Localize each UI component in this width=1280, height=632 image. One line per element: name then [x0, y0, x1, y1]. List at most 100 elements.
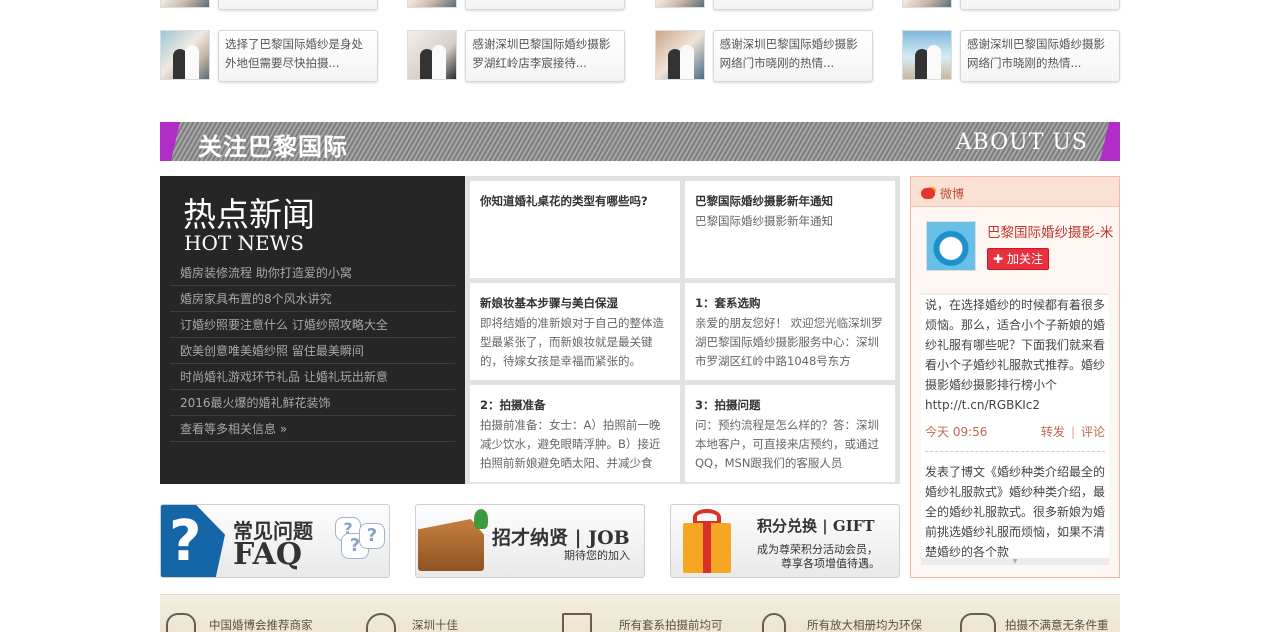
job-banner[interactable]: 招才纳贤 | JOB 期待您的加入	[415, 504, 645, 578]
guarantee-item: 所有放大相册均为环保	[807, 618, 922, 632]
hot-news-link[interactable]: 时尚婚礼游戏环节礼品 让婚礼玩出新意	[170, 364, 455, 390]
thumb-image[interactable]	[654, 0, 705, 8]
thumb-item[interactable]	[654, 0, 873, 10]
thumb-caption-box[interactable]	[465, 0, 626, 10]
certificate-icon	[562, 613, 592, 632]
weibo-profile: 巴黎国际婚纱摄影-米	[911, 207, 1119, 283]
feed-scroll-down-icon[interactable]: ▼	[921, 558, 1109, 565]
hot-news-more-link[interactable]: 查看等多相关信息 »	[170, 416, 455, 442]
news-card-title[interactable]: 1：套系选购	[695, 294, 885, 313]
weibo-post-text: 说，在选择婚纱的时候都有着很多烦恼。那么，适合小个子新娘的婚纱礼服有哪些呢？下面…	[925, 298, 1106, 412]
news-card[interactable]: 你知道婚礼桌花的类型有哪些吗?	[470, 181, 680, 278]
thumb-caption[interactable]: 感谢深圳巴黎国际婚纱摄影网络门市晓刚的热情...	[967, 37, 1105, 70]
thumb-caption-box[interactable]	[218, 0, 378, 10]
news-card-title[interactable]: 你知道婚礼桌花的类型有哪些吗?	[480, 192, 670, 211]
news-card[interactable]: 3：拍摄问题问：预约流程是怎么样的？答：深圳本地客户，可直接来店预约，或通过QQ…	[685, 385, 895, 482]
plus-icon: ✚	[993, 252, 1004, 266]
thumb-image[interactable]	[160, 30, 210, 80]
weibo-post: 发表了博文《婚纱种类介绍最全的婚纱礼服款式》婚纱种类介绍，最全的婚纱礼服款式。很…	[921, 458, 1109, 562]
thumb-image[interactable]	[901, 0, 952, 8]
thumb-item[interactable]: 感谢深圳巴黎国际婚纱摄影罗湖红岭店李宸接待...	[407, 30, 626, 82]
hot-news-link[interactable]: 欧美创意唯美婚纱照 留住最美瞬间	[170, 338, 455, 364]
news-card[interactable]: 2：拍摄准备拍摄前准备：女士：A）拍照前一晚减少饮水，避免眼睛浮肿。B）接近拍照…	[470, 385, 680, 482]
guarantee-item: 拍摄不满意无条件重	[1005, 618, 1109, 632]
thumb-caption-box[interactable]: 选择了巴黎国际婚纱是身处外地但需要尽快拍摄...	[218, 30, 378, 82]
news-card-title[interactable]: 新娘妆基本步骤与美白保湿	[480, 294, 670, 313]
job-title: 招才纳贤 | JOB	[492, 527, 630, 549]
weibo-account-name[interactable]: 巴黎国际婚纱摄影-米	[987, 221, 1113, 241]
thumb-caption[interactable]: 感谢深圳巴黎国际婚纱摄影罗湖红岭店李宸接待...	[472, 37, 610, 70]
gift-banner[interactable]: 积分兑换 | GIFT 成为尊荣积分活动会员， 尊享各项增值待遇。	[670, 504, 900, 578]
thumb-caption-box[interactable]: 感谢深圳巴黎国际婚纱摄影网络门市晓刚的热情...	[712, 30, 873, 82]
hot-news-panel: 热点新闻 HOT NEWS 婚房装修流程 助你打造爱的小窝 婚房家具布置的8个风…	[160, 176, 465, 484]
news-card-body: 即将结婚的准新娘对于自己的整体造型最紧张了，而新娘妆就是最关键的，待嫁女孩是幸福…	[480, 316, 664, 368]
post-divider	[925, 451, 1105, 452]
repost-link[interactable]: 转发	[1041, 425, 1065, 439]
thumb-caption[interactable]: 选择了巴黎国际婚纱是身处外地但需要尽快拍摄...	[225, 37, 363, 70]
faq-title-en: FAQ	[233, 537, 302, 572]
thumb-image[interactable]	[654, 30, 705, 80]
hot-news-title-cn: 热点新闻	[183, 195, 315, 234]
hot-news-link[interactable]: 订婚纱照要注意什么 订婚纱照攻略大全	[170, 312, 455, 338]
thumb-caption[interactable]: 感谢深圳巴黎国际婚纱摄影网络门市晓刚的热情...	[720, 37, 858, 70]
thumb-image[interactable]	[901, 30, 952, 80]
guarantee-item: 深圳十佳	[412, 618, 458, 632]
hot-news-link[interactable]: 婚房装修流程 助你打造爱的小窝	[170, 260, 455, 286]
news-card-body: 拍摄前准备：女士：A）拍照前一晚减少饮水，避免眼睛浮肿。B）接近拍照前新娘避免晒…	[480, 418, 661, 470]
thumb-caption-box[interactable]: 感谢深圳巴黎国际婚纱摄影罗湖红岭店李宸接待...	[465, 30, 626, 82]
hot-news-list: 婚房装修流程 助你打造爱的小窝 婚房家具布置的8个风水讲究 订婚纱照要注意什么 …	[170, 260, 455, 442]
news-card-body: 问：预约流程是怎么样的？答：深圳本地客户，可直接来店预约，或通过QQ，MSN跟我…	[695, 418, 879, 470]
heart-icon	[960, 613, 996, 632]
thumb-row-top	[160, 0, 1120, 10]
thumb-image[interactable]	[407, 30, 458, 80]
hot-news-title-en: HOT NEWS	[184, 231, 304, 255]
gift-box-icon	[683, 523, 731, 573]
thumb-item[interactable]: 感谢深圳巴黎国际婚纱摄影网络门市晓刚的热情...	[901, 30, 1120, 82]
comment-link[interactable]: 评论	[1081, 425, 1105, 439]
news-card[interactable]: 巴黎国际婚纱摄影新年通知 巴黎国际婚纱摄影新年通知	[685, 181, 895, 278]
follow-button[interactable]: ✚ 加关注	[987, 248, 1049, 270]
banner-accent-right	[1100, 122, 1120, 161]
news-card[interactable]: 新娘妆基本步骤与美白保湿即将结婚的准新娘对于自己的整体造型最紧张了，而新娘妆就是…	[470, 283, 680, 380]
thumb-item[interactable]	[160, 0, 378, 10]
gift-subtitle-2: 尊享各项增值待遇。	[781, 557, 880, 570]
thumb-caption-box[interactable]: 感谢深圳巴黎国际婚纱摄影网络门市晓刚的热情...	[959, 30, 1120, 82]
hot-news-link[interactable]: 婚房家具布置的8个风水讲究	[170, 286, 455, 312]
weibo-post-time[interactable]: 今天 09:56	[925, 419, 987, 445]
faq-banner[interactable]: ? 常见问题 FAQ ? ? ?	[160, 504, 390, 578]
about-us-banner: 关注巴黎国际 ABOUT US	[160, 122, 1120, 161]
thumb-item[interactable]: 感谢深圳巴黎国际婚纱摄影网络门市晓刚的热情...	[654, 30, 873, 82]
news-card-title[interactable]: 2：拍摄准备	[480, 396, 670, 415]
plant-icon	[474, 509, 488, 529]
question-mark-icon: ?	[161, 505, 225, 577]
thumb-image[interactable]	[407, 0, 458, 8]
weibo-widget: 微博 巴黎国际婚纱摄影-米 ✚ 加关注 说，在选择婚纱的时候都有着很多烦恼。那么…	[910, 176, 1120, 578]
weibo-header-label: 微博	[940, 187, 965, 201]
weibo-feed[interactable]: 说，在选择婚纱的时候都有着很多烦恼。那么，适合小个子新娘的婚纱礼服有哪些呢？下面…	[921, 295, 1109, 565]
news-card-title[interactable]: 巴黎国际婚纱摄影新年通知	[695, 192, 885, 211]
weibo-logo-icon	[921, 188, 935, 199]
avatar[interactable]	[926, 221, 976, 271]
hot-news-link[interactable]: 2016最火爆的婚礼鲜花装饰	[170, 390, 455, 416]
thumb-item[interactable]	[901, 0, 1120, 10]
guarantee-item: 中国婚博会推荐商家	[209, 618, 313, 632]
weibo-post: 说，在选择婚纱的时候都有着很多烦恼。那么，适合小个子新娘的婚纱礼服有哪些呢？下面…	[921, 295, 1109, 445]
thumb-item[interactable]	[407, 0, 626, 10]
guarantee-item: 所有套系拍摄前均可	[619, 618, 723, 632]
speech-bubble-icon: ?	[359, 523, 385, 549]
news-card[interactable]: 1：套系选购亲爱的朋友您好！ 欢迎您光临深圳罗湖巴黎国际婚纱摄影服务中心：深圳市…	[685, 283, 895, 380]
banner-accent-left	[160, 122, 180, 161]
page-root: 选择了巴黎国际婚纱是身处外地但需要尽快拍摄... 感谢深圳巴黎国际婚纱摄影罗湖红…	[0, 0, 1280, 632]
thumb-item[interactable]: 选择了巴黎国际婚纱是身处外地但需要尽快拍摄...	[160, 30, 378, 82]
thumb-caption-box[interactable]	[712, 0, 873, 10]
crown-icon	[166, 613, 196, 632]
award-badge-icon	[366, 613, 396, 632]
thumb-caption-box[interactable]	[959, 0, 1120, 10]
weibo-post-meta: 今天 09:56 转发 | 评论	[925, 419, 1105, 445]
weibo-post-text: 发表了博文《婚纱种类介绍最全的婚纱礼服款式》婚纱种类介绍，最全的婚纱礼服款式。很…	[925, 465, 1106, 559]
news-card-title[interactable]: 3：拍摄问题	[695, 396, 885, 415]
news-card-body: 亲爱的朋友您好！ 欢迎您光临深圳罗湖巴黎国际婚纱摄影服务中心：深圳市罗湖区红岭中…	[695, 316, 883, 368]
thumb-image[interactable]	[160, 0, 210, 8]
news-card-body: 巴黎国际婚纱摄影新年通知	[695, 214, 833, 228]
follow-button-label: 加关注	[1006, 252, 1043, 266]
